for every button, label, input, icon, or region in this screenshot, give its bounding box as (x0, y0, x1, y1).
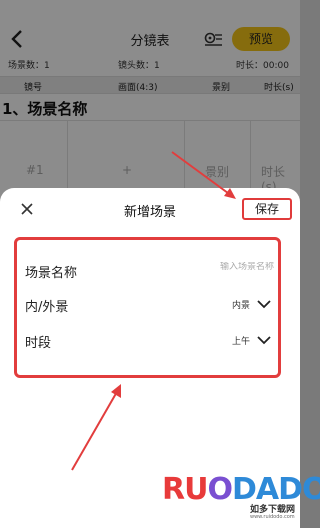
interior-exterior-label: 内/外景 (25, 300, 69, 315)
scene-form: 场景名称 内/外景 内景 时段 上午 (14, 237, 281, 378)
watermark-url: www.ruidodo.com (250, 514, 295, 520)
time-period-label: 时段 (25, 336, 52, 351)
scene-name-label: 场景名称 (25, 266, 78, 281)
scene-name-input[interactable] (164, 262, 274, 272)
interior-exterior-row[interactable]: 内/外景 内景 (25, 294, 274, 316)
time-period-row[interactable]: 时段 上午 (25, 330, 274, 352)
watermark-wordmark: RUODADO (162, 472, 320, 507)
watermark-logo: RUODADO 如多下载网 www.ruidodo.com (162, 470, 320, 524)
chevron-down-icon[interactable] (256, 296, 272, 310)
scene-name-row: 场景名称 (25, 260, 274, 282)
interior-exterior-value[interactable]: 内景 (232, 298, 250, 311)
save-button[interactable]: 保存 (242, 198, 292, 220)
time-period-value[interactable]: 上午 (232, 334, 250, 347)
chevron-down-icon[interactable] (256, 332, 272, 346)
